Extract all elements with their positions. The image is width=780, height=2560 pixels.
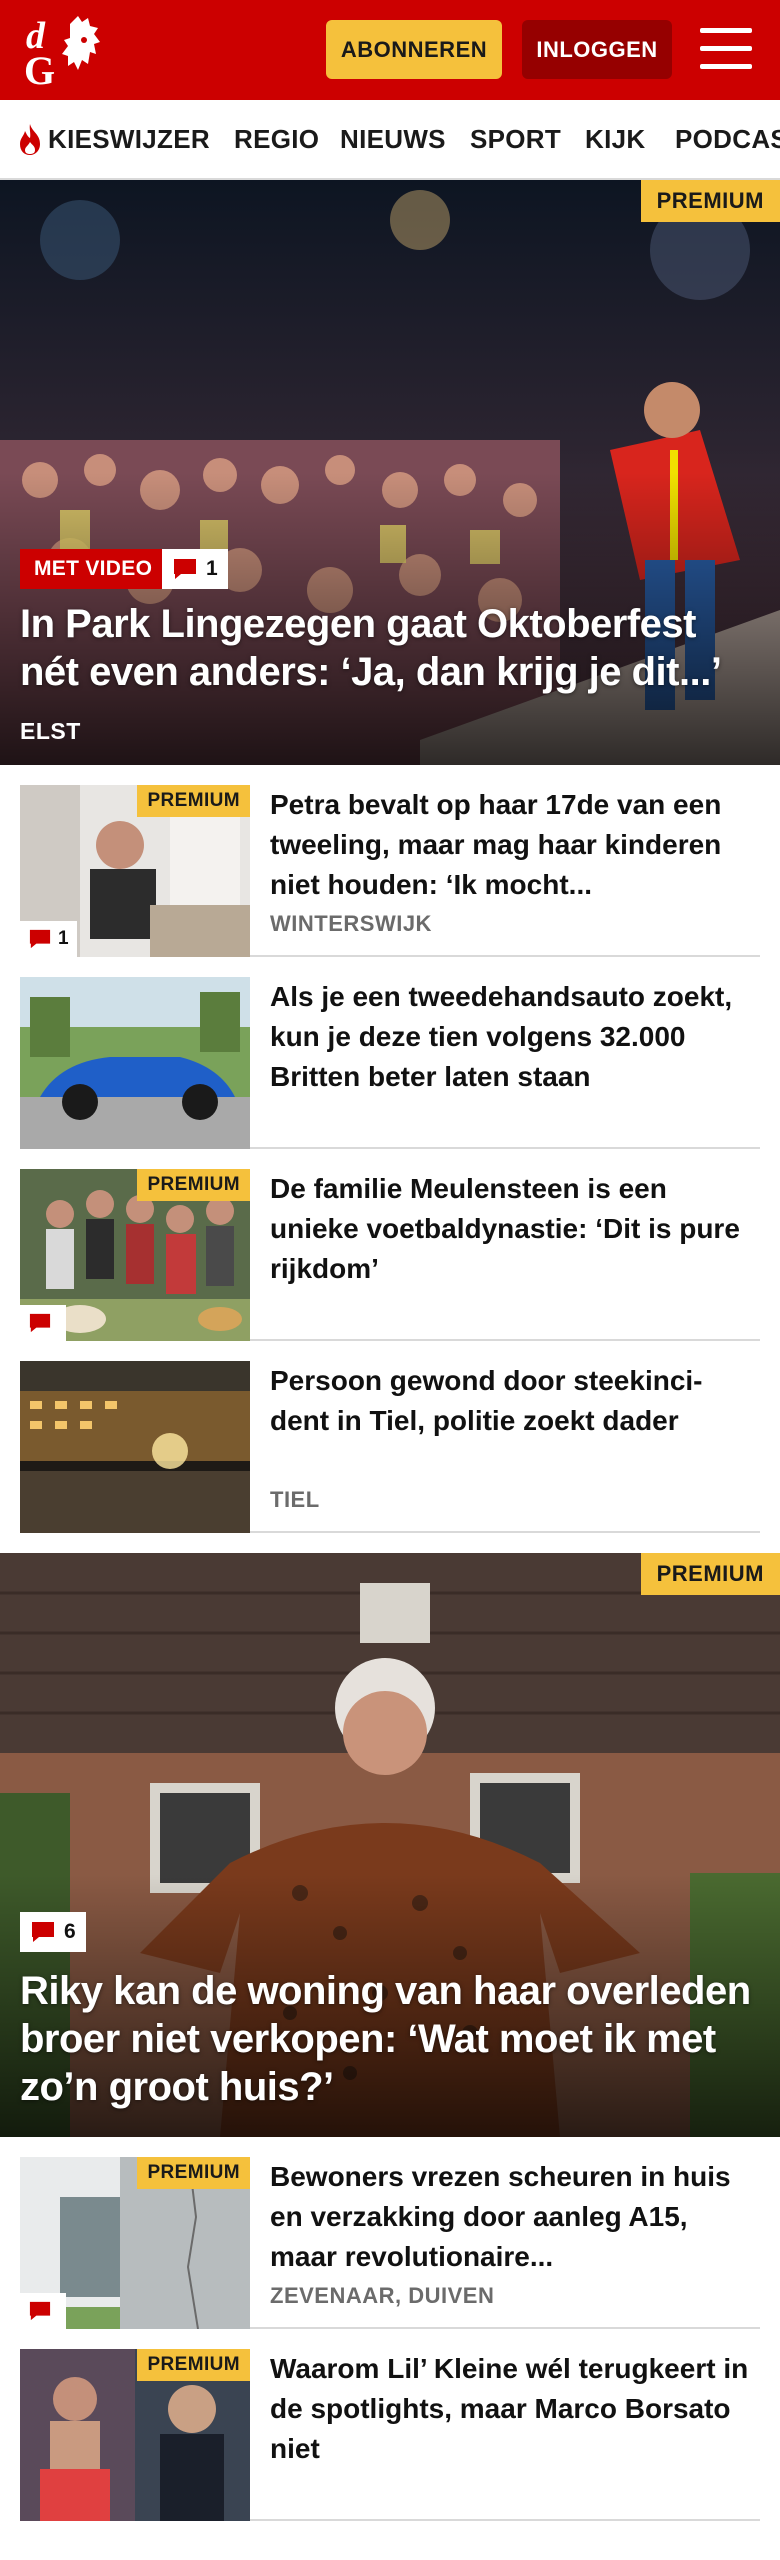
nav-label: KIESWIJZER [48,123,210,154]
comment-count: 1 [162,549,228,589]
article-title[interactable]: De familie Meulensteen is een unieke voe… [270,1169,760,1289]
premium-badge: PREMIUM [640,180,780,222]
article-thumbnail: PREMIUM 1 [20,785,250,957]
article-thumbnail [20,977,250,1149]
premium-badge: PREMIUM [137,2349,250,2381]
svg-text:G: G [24,48,55,90]
list-item-a15[interactable]: PREMIUM Bewoners vrezen scheuren in huis… [20,2157,760,2329]
nav-item-kieswijzer[interactable]: KIESWIJZER [16,100,210,178]
hero-title[interactable]: In Park Lingezegen gaat Oktoberfest nét … [20,600,760,696]
dg-logo[interactable]: d G [22,10,122,90]
list-item-lil-kleine[interactable]: PREMIUM Waarom Lil’ Kleine wél terugkeer… [20,2349,760,2521]
comment-count: 1 [20,921,77,957]
nav-item-kijk[interactable]: KIJK [585,100,645,178]
hero-article-riky[interactable]: PREMIUM 6 Riky kan de woning van haar ov… [0,1553,780,2137]
premium-badge: PREMIUM [640,1553,780,1595]
login-button[interactable]: INLOGGEN [522,20,672,79]
thumbnail-image [20,977,250,1149]
comment-count [20,1305,66,1341]
video-badge: MET VIDEO [20,549,167,589]
comment-count [20,2293,66,2329]
comment-bubble-icon [32,1922,54,1942]
list-item-meulensteen[interactable]: PREMIUM De familie Meulensteen is een un… [20,1169,760,1341]
article-location: TIEL [270,1487,320,1512]
list-item-petra[interactable]: PREMIUM 1 Petra bevalt op haar 17de van … [20,785,760,957]
comment-bubble-icon [29,1313,51,1333]
article-location: ZEVENAAR, DUIVEN [270,2283,495,2308]
article-thumbnail [20,1361,250,1533]
article-title[interactable]: Bewoners vrezen scheuren in huis en verz… [270,2157,760,2277]
comment-bubble-icon [174,559,196,579]
comment-count-value: 6 [64,1920,76,1943]
nav-item-podcast[interactable]: PODCAS [675,100,780,178]
hero-location: ELST [20,718,81,744]
subscribe-button[interactable]: ABONNEREN [326,20,502,79]
hero-title[interactable]: Riky kan de woning van haar overleden br… [20,1967,760,2111]
article-location: WINTERSWIJK [270,911,432,936]
premium-badge: PREMIUM [137,785,250,817]
article-thumbnail: PREMIUM [20,2349,250,2521]
nav-item-regio[interactable]: REGIO [234,100,319,178]
article-title[interactable]: Petra bevalt op haar 17de van een tweeli… [270,785,760,905]
nav-item-nieuws[interactable]: NIEUWS [340,100,446,178]
article-title[interactable]: Waarom Lil’ Kleine wél terugkeert in de … [270,2349,760,2469]
article-thumbnail: PREMIUM [20,1169,250,1341]
thumbnail-image [20,1361,250,1533]
comment-bubble-icon [29,929,51,949]
comment-bubble-icon [29,2301,51,2321]
article-title[interactable]: Als je een tweedehandsauto zoekt, kun je… [270,977,760,1097]
section-nav: KIESWIJZER REGIO NIEUWS SPORT KIJK PODCA… [0,100,780,180]
nav-item-sport[interactable]: SPORT [470,100,561,178]
article-thumbnail: PREMIUM [20,2157,250,2329]
list-item-tweedehandsauto[interactable]: Als je een tweedehandsauto zoekt, kun je… [20,977,760,1149]
comment-count-value: 1 [58,928,69,949]
flame-icon [20,124,40,155]
comment-count-value: 1 [206,557,218,580]
premium-badge: PREMIUM [137,2157,250,2189]
hamburger-menu-icon[interactable] [700,26,752,72]
article-title[interactable]: Persoon gewond door steekinci-dent in Ti… [270,1361,760,1441]
list-item-steekincident[interactable]: Persoon gewond door steekinci-dent in Ti… [20,1361,760,1533]
site-header: d G ABONNEREN INLOGGEN [0,0,780,100]
hero-article-oktoberfest[interactable]: PREMIUM MET VIDEO 1 In Park Lingezegen g… [0,180,780,765]
premium-badge: PREMIUM [137,1169,250,1201]
comment-count: 6 [20,1912,86,1952]
